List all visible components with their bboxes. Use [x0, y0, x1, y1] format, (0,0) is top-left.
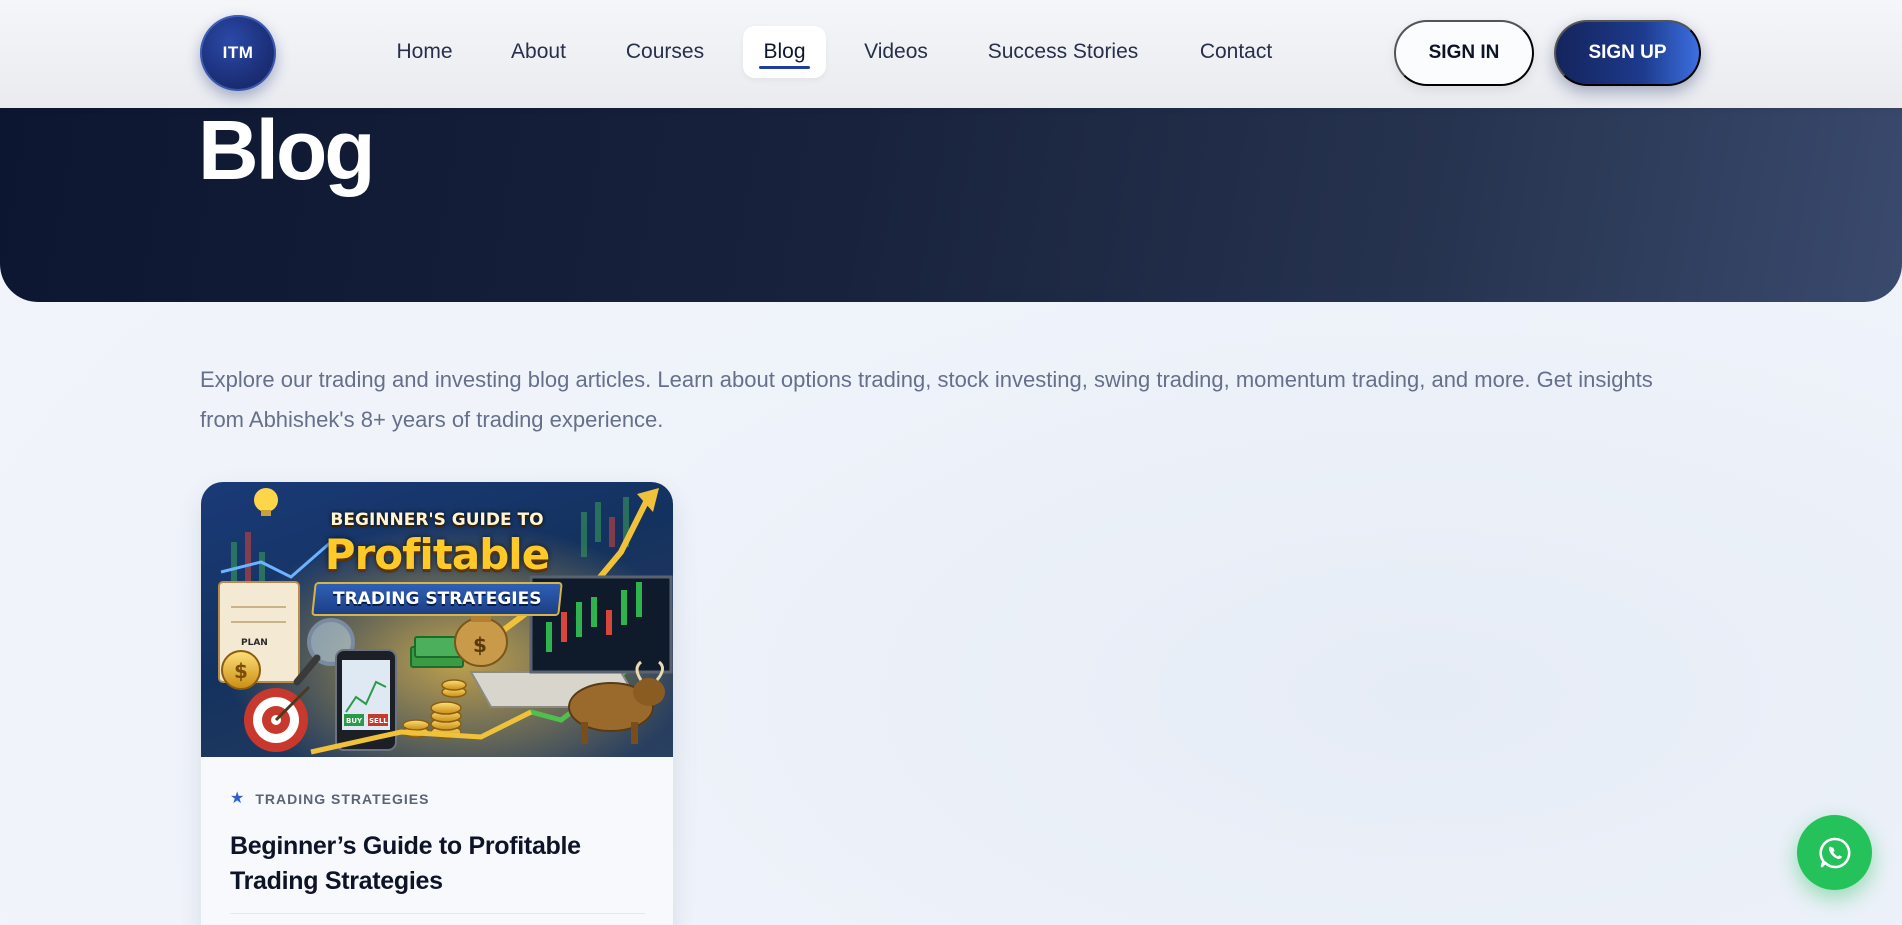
site-header: ITM Home About Courses Blog Videos Succe… — [0, 0, 1902, 108]
nav-item-blog[interactable]: Blog — [743, 26, 826, 78]
thumbnail-headline-bottom: TRADING STRATEGIES — [332, 589, 542, 609]
nav-item-contact[interactable]: Contact — [1183, 26, 1289, 78]
thumbnail-banner: TRADING STRATEGIES — [311, 582, 563, 616]
blog-post-title[interactable]: Beginner’s Guide to Profitable Trading S… — [230, 829, 645, 899]
svg-text:$: $ — [473, 633, 487, 657]
sign-up-button[interactable]: SIGN UP — [1554, 20, 1701, 86]
whatsapp-chat-button[interactable] — [1797, 815, 1872, 890]
nav-item-videos[interactable]: Videos — [849, 26, 943, 78]
sign-in-button[interactable]: SIGN IN — [1394, 20, 1534, 86]
nav-item-success-stories[interactable]: Success Stories — [975, 26, 1151, 78]
blog-post-card[interactable]: PLAN $ BUY SELL $ BEGINNER'S GUIDE TO Pr… — [201, 482, 673, 925]
card-divider — [230, 913, 645, 914]
star-icon: ★ — [230, 790, 246, 807]
blog-intro-text: Explore our trading and investing blog a… — [200, 367, 1653, 432]
thumbnail-buy-label: BUY — [346, 717, 363, 725]
thumbnail-sell-label: SELL — [369, 717, 388, 725]
thumbnail-plan-label: PLAN — [241, 638, 268, 648]
svg-text:$: $ — [234, 659, 248, 683]
blog-post-category: ★ TRADING STRATEGIES — [230, 790, 645, 808]
thumbnail-headline-top: BEGINNER'S GUIDE TO — [330, 510, 544, 530]
blog-post-thumbnail[interactable]: PLAN $ BUY SELL $ BEGINNER'S GUIDE TO Pr… — [201, 482, 673, 757]
site-logo[interactable]: ITM — [200, 15, 276, 91]
nav-item-courses[interactable]: Courses — [610, 26, 720, 78]
nav-item-about[interactable]: About — [495, 26, 582, 78]
page-title: Blog — [198, 103, 376, 197]
blog-post-category-label: TRADING STRATEGIES — [255, 791, 430, 807]
thumbnail-headline-main: Profitable — [324, 530, 550, 579]
nav-item-home[interactable]: Home — [382, 26, 467, 78]
blog-post-card-body: ★ TRADING STRATEGIES Beginner’s Guide to… — [201, 757, 673, 914]
whatsapp-icon — [1818, 837, 1850, 868]
